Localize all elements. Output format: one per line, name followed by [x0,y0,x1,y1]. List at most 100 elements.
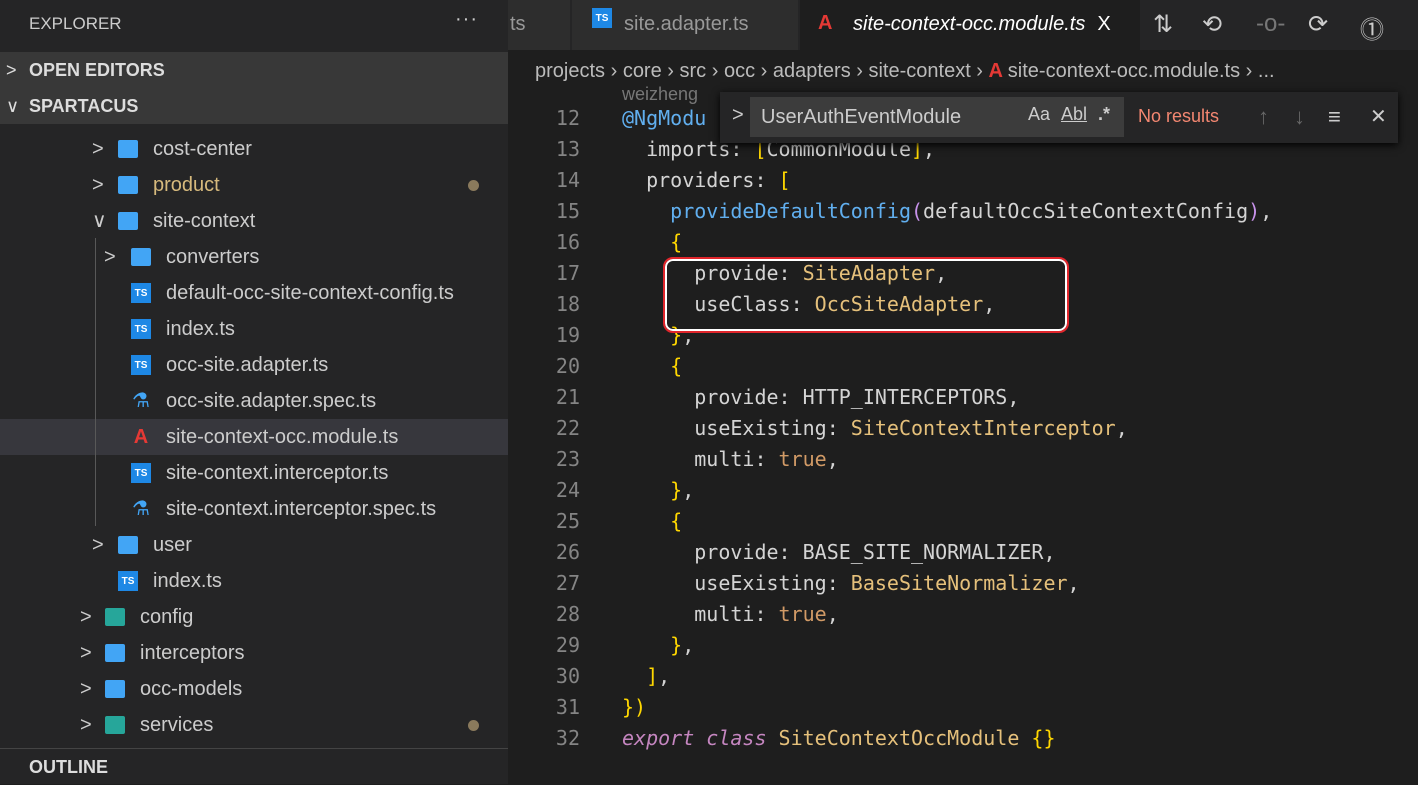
line-number: 15 [555,199,580,223]
breadcrumb-separator-icon: › [850,60,869,82]
line-number: 30 [555,664,580,688]
breadcrumb-item[interactable]: site-context-occ.module.ts [1008,60,1240,82]
breadcrumb-item[interactable]: adapters [773,60,851,82]
breadcrumb-item[interactable]: site-context [868,60,970,82]
typescript-icon: TS [131,283,151,303]
code-token: } [622,633,683,657]
code-line: }, [622,478,694,502]
next-change-icon[interactable]: ⟳ [1308,10,1328,39]
open-changes-icon[interactable]: ⇅ [1153,10,1173,39]
breadcrumb-item[interactable]: projects [535,60,605,82]
tree-item-label: config [140,606,194,628]
line-number: 29 [555,633,580,657]
code-token: provide: [622,385,803,409]
code-token: defaultOccSiteContextConfig [923,199,1249,223]
tree-item-label: converters [166,246,260,268]
chevron-right-icon: > [6,60,17,80]
commit-icon[interactable]: -o- [1256,10,1285,38]
code-token: BASE_SITE_NORMALIZER [802,540,1044,564]
tree-item[interactable]: > occ-models [0,671,508,707]
code-token: ) [634,695,647,719]
regex-icon[interactable]: .* [1098,104,1110,125]
chevron-right-icon: > [92,174,104,196]
tree-item-label: site-context [153,210,256,232]
match-case-icon[interactable]: Aa [1028,104,1050,125]
code-token: , [1260,199,1273,223]
tree-item[interactable]: > converters [0,239,508,275]
tree-item[interactable]: > product [0,167,508,203]
section-spartacus[interactable]: ∨ SPARTACUS [0,88,508,124]
find-widget: > UserAuthEventModule Aa Abl .* No resul… [720,92,1398,143]
code-token: multi: [622,447,779,471]
tree-item[interactable]: > user [0,527,508,563]
tree-item[interactable]: TS occ-site.adapter.ts [0,347,508,383]
highlight-box [663,257,1069,333]
toggle-replace-icon[interactable]: > [732,104,744,127]
line-number: 31 [555,695,580,719]
typescript-icon: TS [118,571,138,591]
line-number: 16 [555,230,580,254]
code-token: multi: [622,602,779,626]
folder-icon [118,176,138,194]
find-in-selection-icon[interactable]: ≡ [1328,104,1341,130]
breadcrumb-item[interactable]: occ [724,60,755,82]
modified-dot-icon [468,180,479,191]
more-actions-icon[interactable]: ··· [455,8,478,31]
section-open-editors[interactable]: > OPEN EDITORS [0,52,508,88]
tree-item[interactable]: TS index.ts [0,311,508,347]
code-line: providers: [ [622,168,791,192]
tree-item[interactable]: > config [0,599,508,635]
code-line: ], [622,664,670,688]
code-token: , [658,664,671,688]
folder-icon [118,212,138,230]
angular-icon: A [988,60,1008,82]
code-line: }, [622,633,694,657]
breadcrumb-item[interactable]: ... [1258,60,1275,82]
tree-item-label: index.ts [166,318,235,340]
tree-item[interactable]: > cost-center [0,131,508,167]
chevron-right-icon: > [80,678,92,700]
angular-icon: A [818,12,833,34]
tree-item[interactable]: TS default-occ-site-context-config.ts [0,275,508,311]
git-graph-icon[interactable]: ⓵ [1360,10,1384,45]
close-find-icon[interactable]: ✕ [1370,104,1387,129]
code-line: provide: BASE_SITE_NORMALIZER, [622,540,1055,564]
tree-item[interactable]: ⚗ site-context.interceptor.spec.ts [0,491,508,527]
breadcrumb-item[interactable]: core [623,60,662,82]
line-number: 26 [555,540,580,564]
tree-item[interactable]: Asite-context-occ.module.ts [0,419,508,455]
breadcrumb-separator-icon: › [970,60,989,82]
folder-icon [105,608,125,626]
tab-partial[interactable]: ts [508,0,570,50]
tree-item[interactable]: TS site-context.interceptor.ts [0,455,508,491]
tree-item[interactable]: > services [0,707,508,743]
whole-word-icon[interactable]: Abl [1061,104,1087,125]
angular-icon: A [133,426,149,448]
tree-item-label: site-context-occ.module.ts [166,426,399,448]
tree-item[interactable]: ⚗ occ-site.adapter.spec.ts [0,383,508,419]
tree-item[interactable]: TS index.ts [0,563,508,599]
tree-item[interactable]: > interceptors [0,635,508,671]
line-number: 25 [555,509,580,533]
code-token: useExisting: [622,416,851,440]
tree-item-label: interceptors [140,642,245,664]
code-line: multi: true, [622,602,839,626]
section-outline[interactable]: OUTLINE [0,748,508,784]
indent-guide [95,238,96,526]
breadcrumb-item[interactable]: src [680,60,707,82]
tab-bar: ts TS site.adapter.ts Asite-context-occ.m… [508,0,1418,50]
code-token: export class [622,726,779,750]
previous-change-icon[interactable]: ⟲ [1202,10,1222,39]
tree-item[interactable]: ∨ site-context [0,203,508,239]
close-tab-icon[interactable]: X [1097,13,1110,35]
tab-site-adapter[interactable]: TS site.adapter.ts [572,0,798,50]
code-token: provide: [622,540,803,564]
code-editor[interactable]: weizheng 12 @NgModu 13 imports: [CommonMod… [508,84,1418,763]
tab-site-context-occ-module[interactable]: Asite-context-occ.module.ts X [800,0,1140,50]
previous-match-icon[interactable]: ↑ [1258,104,1269,130]
next-match-icon[interactable]: ↓ [1294,104,1305,130]
breadcrumb-separator-icon: › [605,60,623,82]
explorer-sidebar: EXPLORER ··· > OPEN EDITORS ∨ SPARTACUS > c… [0,0,508,784]
tree-item-label: occ-site.adapter.spec.ts [166,390,377,412]
code-token: ] [622,664,659,688]
